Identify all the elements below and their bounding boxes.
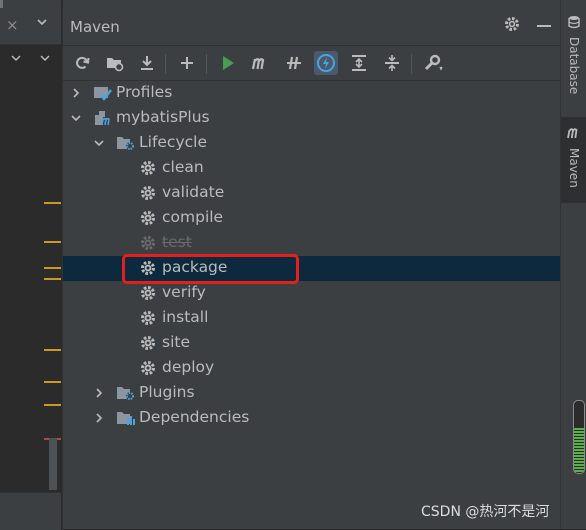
maven-project-icon	[94, 109, 112, 127]
lifecycle-goal-compile[interactable]: compile	[63, 206, 560, 231]
reload-icon[interactable]	[70, 51, 94, 75]
toolbar-separator	[206, 54, 207, 74]
panel-top-edge	[63, 0, 560, 8]
editor-strip: ×	[0, 0, 61, 530]
generate-sources-icon[interactable]	[103, 51, 127, 75]
goal-label: verify	[162, 283, 206, 301]
panel-title: Maven	[70, 18, 120, 36]
collapse-all-icon[interactable]	[380, 51, 404, 75]
settings-wrench-icon[interactable]	[421, 51, 445, 75]
tab-database[interactable]: Database	[561, 14, 586, 104]
expand-all-icon[interactable]	[347, 51, 371, 75]
right-tool-strip: Database Maven	[560, 0, 586, 529]
chevron-down-icon[interactable]	[69, 110, 83, 124]
chevron-right-icon[interactable]	[92, 410, 106, 424]
gutter-warning-mark[interactable]	[44, 267, 61, 269]
tree-item-dependencies[interactable]: Dependencies	[63, 406, 560, 431]
gutter-warning-mark[interactable]	[44, 202, 61, 204]
lifecycle-folder-icon	[116, 134, 134, 152]
gear-icon	[139, 359, 157, 377]
gutter-warning-mark[interactable]	[44, 349, 61, 351]
chevron-down-icon[interactable]	[92, 135, 106, 149]
lifecycle-goal-validate[interactable]: validate	[63, 181, 560, 206]
tab-maven[interactable]: Maven	[561, 117, 586, 203]
gear-icon	[139, 334, 157, 352]
goal-label: clean	[162, 158, 204, 176]
toolbar-separator	[411, 54, 412, 74]
tree-item-project[interactable]: mybatisPlus	[63, 106, 560, 131]
chevron-right-icon[interactable]	[92, 385, 106, 399]
tab-label: Database	[567, 37, 581, 95]
toggle-offline-icon[interactable]	[282, 51, 306, 75]
chevron-down-icon[interactable]	[39, 52, 51, 67]
goal-label: install	[162, 308, 209, 326]
minimize-icon[interactable]	[537, 25, 551, 27]
gutter-warning-mark[interactable]	[44, 404, 61, 406]
memory-fill	[574, 428, 584, 473]
download-icon[interactable]	[135, 51, 159, 75]
goal-label: site	[162, 333, 190, 351]
tree-item-label: Lifecycle	[139, 133, 207, 151]
tree-item-label: Plugins	[139, 383, 195, 401]
editor-tab-bar: ×	[0, 8, 61, 45]
gutter-warning-mark[interactable]	[44, 381, 61, 383]
gear-icon	[139, 284, 157, 302]
gutter-warning-mark[interactable]	[44, 241, 61, 243]
gutter-warning-mark[interactable]	[44, 278, 61, 280]
lifecycle-goal-clean[interactable]: clean	[63, 156, 560, 181]
plugins-folder-icon	[116, 384, 134, 402]
editor-nav-row	[0, 50, 61, 72]
tree-item-label: Dependencies	[139, 408, 250, 426]
maven-tool-window: Maven Profiles mybatisPlus Lifecycle cle…	[62, 0, 560, 529]
lifecycle-goal-verify[interactable]: verify	[63, 281, 560, 306]
gear-icon[interactable]	[501, 15, 523, 37]
gear-icon	[139, 184, 157, 202]
tree-item-plugins[interactable]: Plugins	[63, 381, 560, 406]
tree-item-label: mybatisPlus	[116, 108, 210, 126]
database-icon	[568, 14, 580, 33]
gear-icon	[139, 209, 157, 227]
chevron-right-icon[interactable]	[69, 85, 83, 99]
gear-icon	[139, 234, 157, 252]
lifecycle-goal-deploy[interactable]: deploy	[63, 356, 560, 381]
chevron-up-icon[interactable]	[10, 52, 22, 67]
run-icon[interactable]	[216, 51, 240, 75]
memory-indicator[interactable]	[573, 400, 585, 474]
editor-tab-fragment[interactable]	[0, 0, 3, 8]
maven-icon	[566, 125, 582, 144]
profiles-icon	[93, 84, 112, 102]
maven-goal-icon[interactable]	[249, 51, 273, 75]
gear-icon	[139, 159, 157, 177]
lifecycle-goal-install[interactable]: install	[63, 306, 560, 331]
tree-item-profiles[interactable]: Profiles	[63, 81, 560, 106]
skip-tests-icon[interactable]	[314, 51, 338, 75]
editor-bottom-bar	[0, 492, 61, 530]
close-icon[interactable]: ×	[6, 16, 19, 34]
dependencies-folder-icon	[116, 409, 135, 427]
goal-label: validate	[162, 183, 225, 201]
panel-header: Maven	[63, 8, 560, 46]
watermark: CSDN @热河不是河	[421, 504, 550, 520]
tree-item-lifecycle[interactable]: Lifecycle	[63, 131, 560, 156]
tree-item-label: Profiles	[116, 83, 173, 101]
add-icon[interactable]	[175, 51, 199, 75]
tab-label: Maven	[567, 148, 581, 188]
toolbar-separator	[165, 54, 166, 74]
lifecycle-goal-site[interactable]: site	[63, 331, 560, 356]
goal-label: compile	[162, 208, 224, 226]
maven-toolbar	[63, 46, 560, 81]
gear-icon	[139, 309, 157, 327]
chevron-down-icon[interactable]	[36, 16, 48, 32]
lifecycle-goal-test[interactable]: test	[63, 231, 560, 256]
editor-scrollbar-thumb[interactable]	[49, 438, 57, 490]
goal-label: test	[162, 233, 192, 251]
goal-label: deploy	[162, 358, 215, 376]
annotation-highlight-box	[122, 254, 299, 284]
